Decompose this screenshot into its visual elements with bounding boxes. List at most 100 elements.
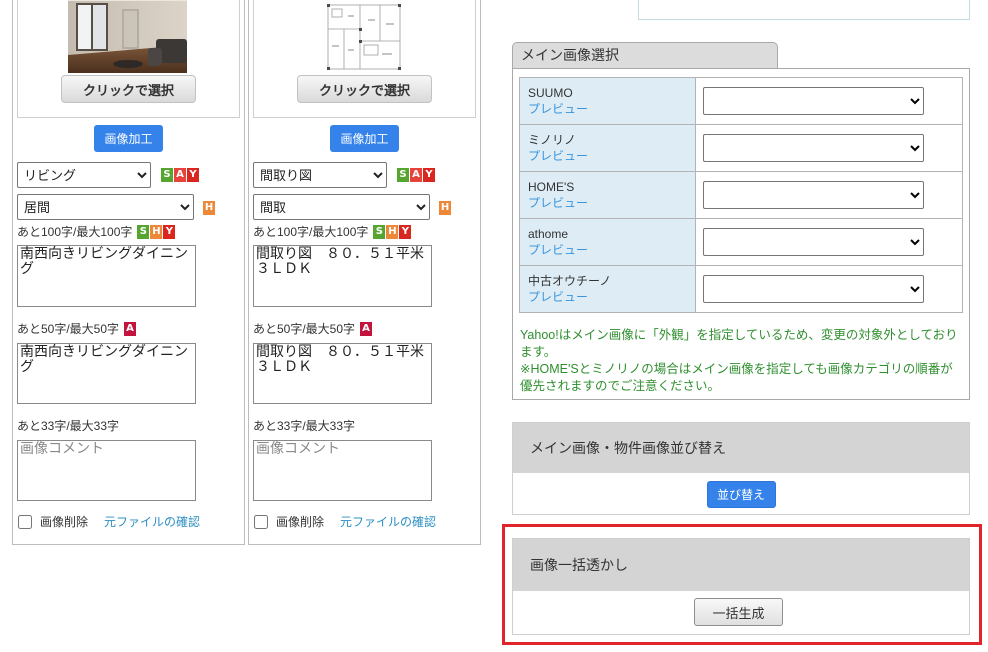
- subcategory-select[interactable]: 居間: [17, 194, 194, 220]
- long-caption-counter-text: あと100字/最大100字: [17, 225, 133, 239]
- short-caption-counter-text: あと50字/最大50字: [253, 322, 356, 336]
- short-caption-badges: A: [124, 322, 137, 336]
- badge-y: Y: [423, 168, 435, 182]
- original-file-link[interactable]: 元ファイルの確認: [104, 514, 200, 530]
- short-caption-counter: あと50字/最大50字 A: [17, 322, 137, 336]
- badge-h: H: [203, 201, 215, 215]
- badge-a: A: [360, 322, 373, 336]
- preview-link[interactable]: プレビュー: [528, 101, 695, 117]
- card-footer: 画像削除 元ファイルの確認: [18, 515, 200, 529]
- short-caption-counter: あと50字/最大50字 A: [253, 322, 373, 336]
- badge-a: A: [124, 322, 137, 336]
- comment-textarea[interactable]: [253, 440, 432, 501]
- main-image-select-homes[interactable]: [703, 181, 924, 209]
- image-card-1: クリックで選択 画像加工 リビング S A Y 居間 H あと100字/最大10…: [12, 0, 245, 545]
- image-card-2: クリックで選択 画像加工 間取り図 S A Y 間取 H あと100字/最大10…: [248, 0, 481, 545]
- main-image-notes: Yahoo!はメイン画像に「外観」を指定しているため、変更の対象外としております…: [520, 327, 964, 395]
- table-row: athome プレビュー: [519, 218, 963, 266]
- note-homes-minorino: ※HOME'Sとミノリノの場合はメイン画像を指定しても画像カテゴリの順番が優先さ…: [520, 362, 953, 393]
- table-row: 中古オウチーノ プレビュー: [519, 265, 963, 313]
- long-caption-counter: あと100字/最大100字 S H Y: [253, 225, 412, 239]
- edit-image-button[interactable]: 画像加工: [94, 125, 163, 152]
- portal-select-cell: [695, 265, 963, 313]
- table-row: SUUMO プレビュー: [519, 77, 963, 125]
- badge-s: S: [397, 168, 409, 182]
- category-select[interactable]: リビング: [17, 162, 151, 188]
- delete-image-checkbox[interactable]: [18, 515, 32, 529]
- pick-image-button[interactable]: クリックで選択: [61, 75, 196, 103]
- upper-panel-edge: [638, 0, 970, 20]
- delete-image-label[interactable]: 画像削除: [276, 514, 324, 530]
- badge-y: Y: [163, 225, 176, 239]
- badge-h: H: [386, 225, 399, 239]
- pick-image-button[interactable]: クリックで選択: [297, 75, 432, 103]
- short-caption-textarea[interactable]: 南西向きリビングダイニング: [17, 343, 196, 404]
- original-file-link[interactable]: 元ファイルの確認: [340, 514, 436, 530]
- short-caption-textarea[interactable]: 間取り図 ８０．５１平米 ３ＬＤＫ: [253, 343, 432, 404]
- main-image-table: SUUMO プレビュー ミノリノ プレビュー HOME'S プレビュー atho…: [519, 77, 963, 313]
- watermark-panel-body: 一括生成: [513, 591, 969, 626]
- portal-label-cell: HOME'S プレビュー: [519, 171, 696, 219]
- category-select[interactable]: 間取り図: [253, 162, 387, 188]
- portal-label-cell: ミノリノ プレビュー: [519, 124, 696, 172]
- badge-a: A: [410, 168, 422, 182]
- badge-h: H: [150, 225, 163, 239]
- portal-name: athome: [528, 227, 569, 241]
- edit-image-button[interactable]: 画像加工: [330, 125, 399, 152]
- long-caption-badges: S H Y: [137, 225, 176, 239]
- table-row: ミノリノ プレビュー: [519, 124, 963, 172]
- badge-h: H: [439, 201, 451, 215]
- long-caption-textarea[interactable]: 南西向きリビングダイニング: [17, 245, 196, 307]
- badge-a: A: [174, 168, 186, 182]
- short-caption-counter-text: あと50字/最大50字: [17, 322, 120, 336]
- comment-counter-text: あと33字/最大33字: [17, 419, 120, 433]
- note-yahoo: Yahoo!はメイン画像に「外観」を指定しているため、変更の対象外としております…: [520, 328, 958, 359]
- portal-name: SUUMO: [528, 86, 573, 100]
- portal-select-cell: [695, 171, 963, 219]
- main-image-select-minorino[interactable]: [703, 134, 924, 162]
- long-caption-counter: あと100字/最大100字 S H Y: [17, 225, 176, 239]
- long-caption-textarea[interactable]: 間取り図 ８０．５１平米 ３ＬＤＫ: [253, 245, 432, 307]
- short-caption-badges: A: [360, 322, 373, 336]
- long-caption-counter-text: あと100字/最大100字: [253, 225, 369, 239]
- preview-link[interactable]: プレビュー: [528, 289, 695, 305]
- subcategory-select[interactable]: 間取: [253, 194, 430, 220]
- subcategory-badges: H: [203, 201, 215, 215]
- badge-s: S: [137, 225, 150, 239]
- sort-panel-body: 並び替え: [513, 473, 969, 508]
- main-image-tab[interactable]: メイン画像選択: [512, 42, 778, 68]
- portal-label-cell: 中古オウチーノ プレビュー: [519, 265, 696, 313]
- comment-textarea[interactable]: [17, 440, 196, 501]
- image-frame: クリックで選択: [17, 0, 240, 118]
- badge-y: Y: [187, 168, 199, 182]
- comment-counter-text: あと33字/最大33字: [253, 419, 356, 433]
- portal-name: ミノリノ: [528, 133, 577, 147]
- portal-select-cell: [695, 218, 963, 266]
- category-badges: S A Y: [397, 168, 435, 182]
- category-badges: S A Y: [161, 168, 199, 182]
- sort-panel-title: メイン画像・物件画像並び替え: [513, 423, 969, 473]
- preview-link[interactable]: プレビュー: [528, 148, 695, 164]
- delete-image-checkbox[interactable]: [254, 515, 268, 529]
- card-footer: 画像削除 元ファイルの確認: [254, 515, 436, 529]
- room-photo: [68, 0, 187, 73]
- main-image-select-ouchino[interactable]: [703, 275, 924, 303]
- badge-s: S: [161, 168, 173, 182]
- long-caption-badges: S H Y: [373, 225, 412, 239]
- watermark-panel-title: 画像一括透かし: [513, 539, 969, 591]
- floor-plan-image: [320, 0, 410, 73]
- image-frame: クリックで選択: [253, 0, 476, 118]
- main-image-select-athome[interactable]: [703, 228, 924, 256]
- delete-image-label[interactable]: 画像削除: [40, 514, 88, 530]
- main-image-panel: SUUMO プレビュー ミノリノ プレビュー HOME'S プレビュー atho…: [512, 68, 970, 400]
- preview-link[interactable]: プレビュー: [528, 242, 695, 258]
- main-image-select-suumo[interactable]: [703, 87, 924, 115]
- bulk-generate-button[interactable]: 一括生成: [694, 598, 783, 626]
- portal-select-cell: [695, 77, 963, 125]
- preview-link[interactable]: プレビュー: [528, 195, 695, 211]
- comment-counter: あと33字/最大33字: [17, 419, 119, 433]
- badge-y: Y: [399, 225, 412, 239]
- table-row: HOME'S プレビュー: [519, 171, 963, 219]
- sort-button[interactable]: 並び替え: [706, 481, 776, 508]
- comment-counter: あと33字/最大33字: [253, 419, 355, 433]
